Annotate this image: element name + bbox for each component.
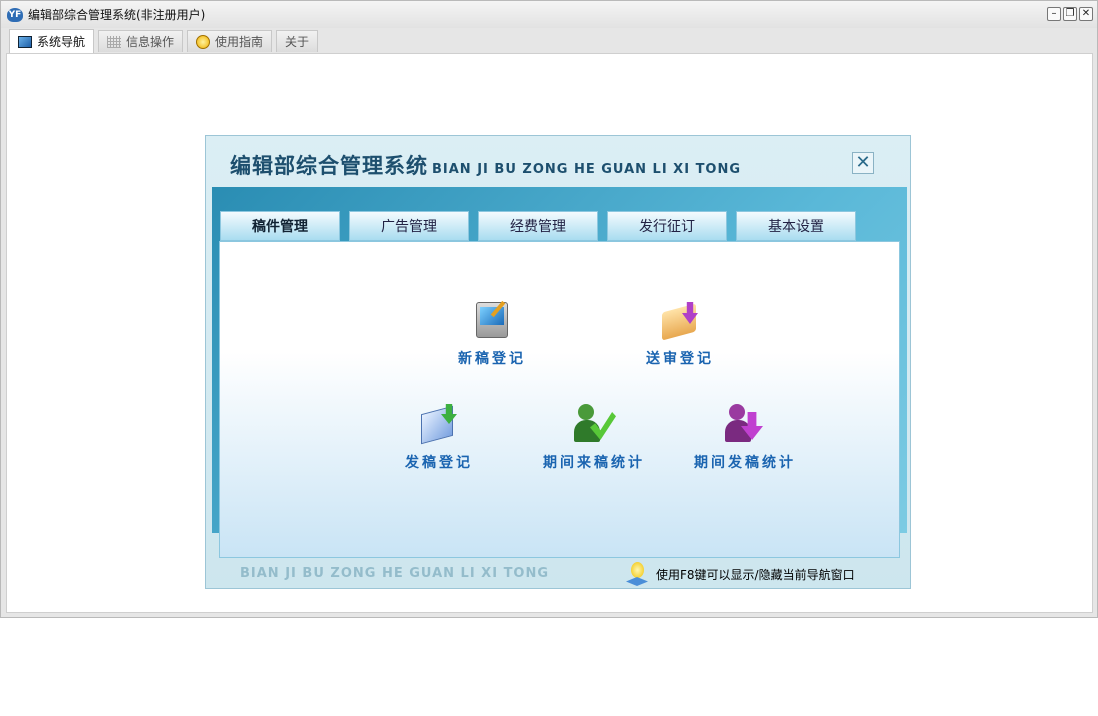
- tab-about[interactable]: 关于: [276, 30, 319, 52]
- item-label: 新稿登记: [458, 351, 526, 367]
- hint-text: 使用F8键可以显示/隐藏当前导航窗口: [656, 567, 855, 582]
- navigation-panel: 编辑部综合管理系统 BIAN JI BU ZONG HE GUAN LI XI T…: [205, 135, 911, 589]
- tab-label: 系统导航: [37, 35, 86, 49]
- monitor-icon: [18, 35, 32, 48]
- incoming-stats-item[interactable]: 期间来稿统计: [543, 402, 645, 472]
- main-tabs: 系统导航 信息操作 使用指南 关于: [9, 29, 319, 53]
- new-manuscript-item[interactable]: 新稿登记: [458, 298, 526, 368]
- ptab-ads[interactable]: 广告管理: [349, 211, 469, 241]
- document-down-icon: [417, 402, 461, 446]
- ptab-funds[interactable]: 经费管理: [478, 211, 598, 241]
- ptab-manuscript[interactable]: 稿件管理: [220, 211, 340, 241]
- item-label: 发稿登记: [405, 455, 473, 471]
- tab-user-guide[interactable]: 使用指南: [187, 30, 273, 52]
- help-icon: [196, 34, 211, 49]
- panel-content: 新稿登记 送审登记 发稿登记 期间来稿统计 期间发稿统计: [219, 241, 900, 558]
- tab-system-nav[interactable]: 系统导航: [9, 29, 95, 53]
- published-stats-item[interactable]: 期间发稿统计: [694, 402, 796, 472]
- tab-info-ops[interactable]: 信息操作: [98, 30, 184, 52]
- footer-en-text: BIAN JI BU ZONG HE GUAN LI XI TONG: [240, 566, 550, 581]
- panel-close-button[interactable]: ✕: [852, 152, 874, 174]
- item-label: 期间发稿统计: [694, 455, 796, 471]
- user-arrow-icon: [723, 402, 767, 446]
- title-bar: YF 编辑部综合管理系统(非注册用户) – ❐ ✕: [1, 1, 1097, 28]
- tab-label: 使用指南: [215, 35, 264, 49]
- restore-button[interactable]: ❐: [1063, 7, 1077, 21]
- folder-down-icon: [658, 298, 702, 342]
- lightbulb-icon: [626, 562, 648, 586]
- panel-title-cn: 编辑部综合管理系统: [230, 154, 428, 178]
- close-button[interactable]: ✕: [1079, 7, 1093, 21]
- grid-icon: [107, 35, 122, 48]
- ptab-settings[interactable]: 基本设置: [736, 211, 856, 241]
- item-label: 送审登记: [646, 351, 714, 367]
- shortcut-hint: 使用F8键可以显示/隐藏当前导航窗口: [626, 562, 855, 586]
- minimize-button[interactable]: –: [1047, 7, 1061, 21]
- publish-register-item[interactable]: 发稿登记: [405, 402, 473, 472]
- review-register-item[interactable]: 送审登记: [646, 298, 714, 368]
- app-logo-icon: YF: [7, 7, 23, 22]
- item-label: 期间来稿统计: [543, 455, 645, 471]
- computer-edit-icon: [470, 298, 514, 342]
- window-title: 编辑部综合管理系统(非注册用户): [28, 8, 206, 22]
- panel-title-en: BIAN JI BU ZONG HE GUAN LI XI TONG: [432, 162, 742, 177]
- tab-label: 信息操作: [126, 35, 175, 49]
- panel-tabs: 稿件管理 广告管理 经费管理 发行征订 基本设置: [220, 211, 856, 241]
- panel-title: 编辑部综合管理系统 BIAN JI BU ZONG HE GUAN LI XI T…: [230, 150, 741, 180]
- tab-label: 关于: [285, 35, 310, 49]
- user-check-icon: [572, 402, 616, 446]
- ptab-subscription[interactable]: 发行征订: [607, 211, 727, 241]
